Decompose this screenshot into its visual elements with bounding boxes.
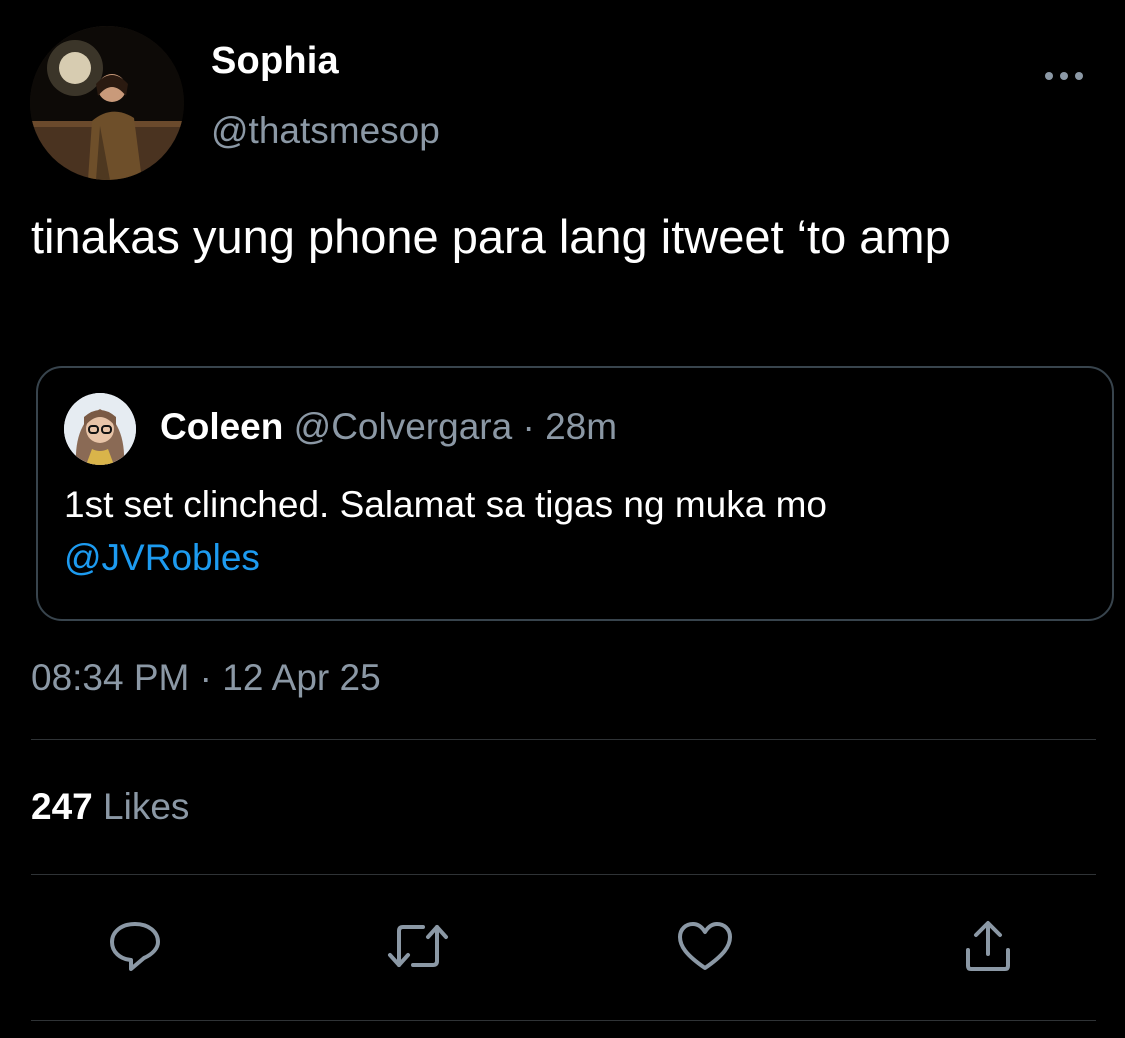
quoted-tweet-header: Coleen @Colvergara · 28m	[160, 406, 617, 448]
quoted-separator: ·	[522, 406, 535, 447]
author-name[interactable]: Sophia	[211, 40, 339, 83]
retweet-icon	[385, 921, 451, 976]
quoted-tweet-text: 1st set clinched. Salamat sa tigas ng mu…	[64, 478, 1084, 584]
likes-label: Likes	[103, 786, 190, 827]
quoted-mention-link[interactable]: @JVRobles	[64, 537, 260, 578]
tweet-detail: Sophia @thatsmesop tinakas yung phone pa…	[0, 0, 1125, 1038]
divider	[31, 874, 1096, 875]
reply-icon	[106, 918, 164, 979]
likes-count: 247	[31, 786, 93, 827]
quoted-author-handle[interactable]: @Colvergara	[294, 406, 513, 447]
reply-button[interactable]	[105, 918, 165, 978]
tweet-text: tinakas yung phone para lang itweet ‘to …	[31, 210, 951, 263]
author-handle[interactable]: @thatsmesop	[211, 110, 440, 152]
likes-stat[interactable]: 247 Likes	[31, 786, 189, 828]
share-icon	[960, 918, 1016, 979]
retweet-button[interactable]	[388, 918, 448, 978]
quoted-timestamp: 28m	[545, 406, 618, 447]
heart-icon	[676, 920, 734, 977]
quoted-text-body: 1st set clinched. Salamat sa tigas ng mu…	[64, 484, 827, 525]
divider	[31, 739, 1096, 740]
divider	[31, 1020, 1096, 1021]
quoted-tweet[interactable]: Coleen @Colvergara · 28m 1st set clinche…	[36, 366, 1114, 621]
quoted-author-avatar[interactable]	[64, 393, 136, 465]
author-avatar[interactable]	[30, 26, 184, 180]
like-button[interactable]	[675, 918, 735, 978]
more-options-icon[interactable]	[1040, 62, 1088, 90]
quoted-author-name[interactable]: Coleen	[160, 406, 283, 447]
share-button[interactable]	[958, 918, 1018, 978]
tweet-timestamp[interactable]: 08:34 PM · 12 Apr 25	[31, 657, 381, 699]
